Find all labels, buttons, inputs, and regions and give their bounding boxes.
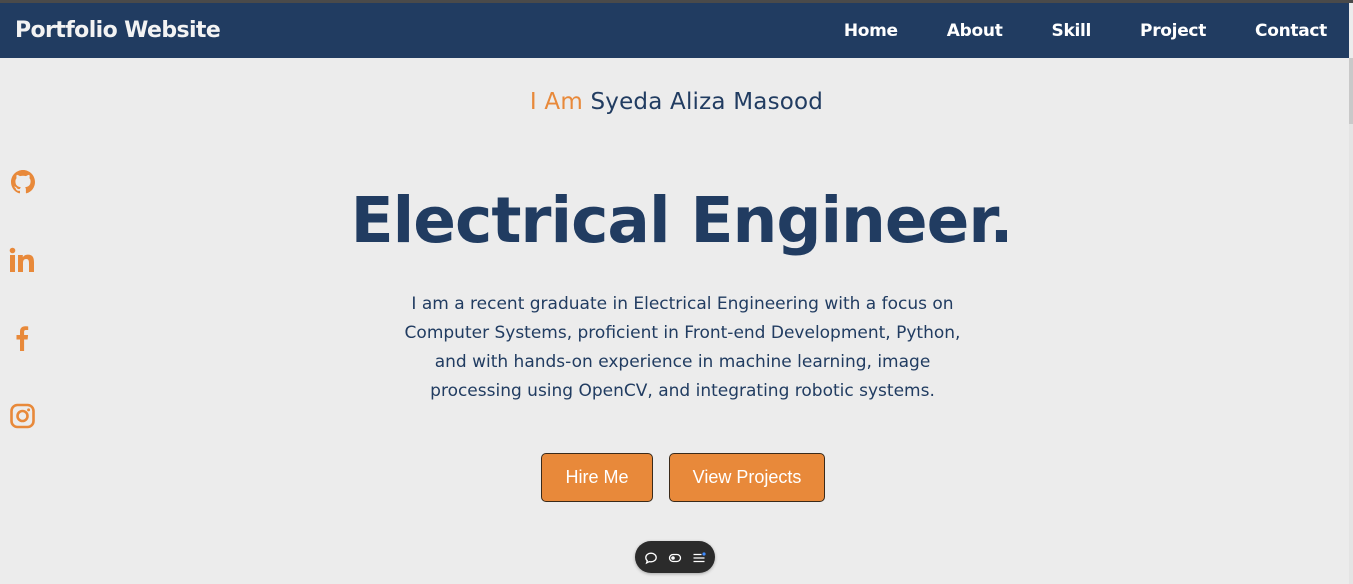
- nav-link-about[interactable]: About: [947, 21, 1003, 41]
- hero-title: Electrical Engineer.: [350, 184, 1014, 257]
- floating-toolbar: [635, 541, 715, 573]
- comment-icon[interactable]: [644, 550, 658, 565]
- scrollbar-track[interactable]: [1349, 58, 1353, 584]
- nav-link-contact[interactable]: Contact: [1255, 21, 1327, 41]
- hire-me-button[interactable]: Hire Me: [541, 453, 653, 502]
- toggle-icon[interactable]: [668, 550, 682, 564]
- nav-links: Home About Skill Project Contact: [844, 21, 1327, 41]
- view-projects-button[interactable]: View Projects: [669, 453, 825, 502]
- hero-name: Syeda Aliza Masood: [590, 89, 824, 115]
- nav-link-project[interactable]: Project: [1140, 21, 1206, 41]
- nav-link-home[interactable]: Home: [844, 21, 898, 41]
- menu-icon[interactable]: [692, 550, 706, 564]
- hero-intro: I Am Syeda Aliza Masood: [0, 89, 1353, 115]
- nav-link-skill[interactable]: Skill: [1052, 21, 1092, 41]
- facebook-icon[interactable]: [9, 324, 37, 352]
- intro-prefix: I Am: [529, 89, 583, 115]
- brand-logo[interactable]: Portfolio Website: [15, 18, 221, 43]
- navbar: Portfolio Website Home About Skill Proje…: [0, 3, 1349, 58]
- hero-description: I am a recent graduate in Electrical Eng…: [404, 294, 961, 401]
- instagram-icon[interactable]: [9, 402, 37, 430]
